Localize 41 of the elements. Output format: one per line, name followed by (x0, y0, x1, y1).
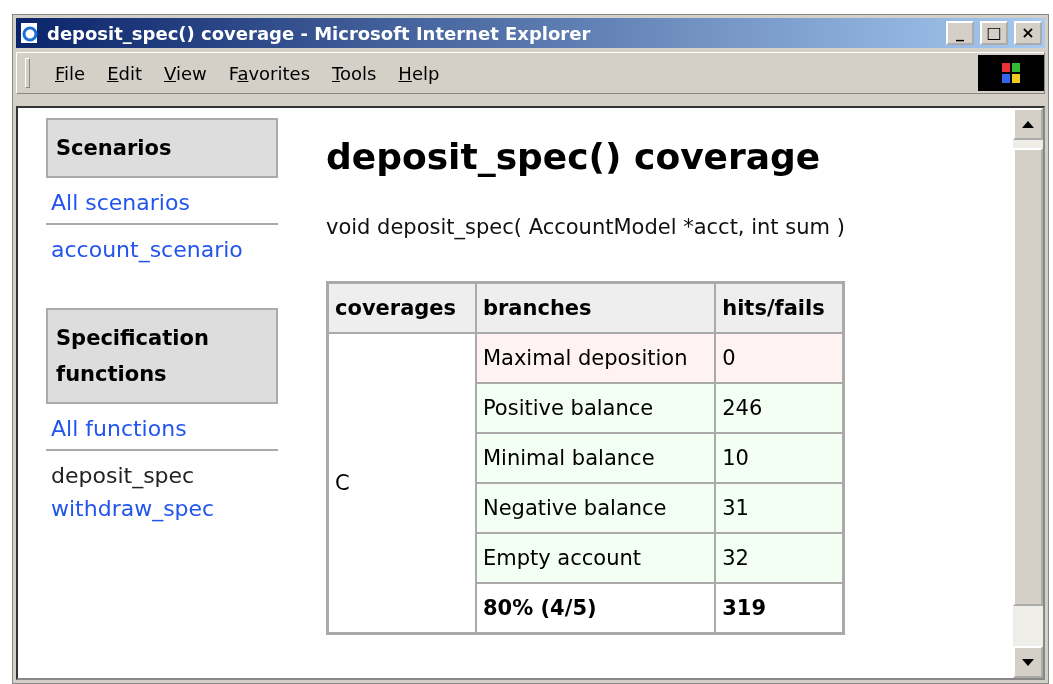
table-cell: C (328, 333, 476, 633)
window-title: deposit_spec() coverage - Microsoft Internet Explorer (47, 22, 592, 44)
table-cell: 10 (715, 433, 843, 483)
menu-item[interactable]: Help (387, 62, 451, 84)
table-cell: 80% (4/5) (475, 583, 716, 633)
sidebar-link[interactable]: All scenarios (46, 184, 195, 217)
up-arrow-icon (1022, 120, 1034, 128)
page-title: deposit_spec() coverage (326, 136, 822, 177)
scroll-up-button[interactable] (1013, 108, 1043, 140)
sidebar-link[interactable]: All functions (46, 410, 192, 443)
windows-logo-icon (978, 55, 1044, 91)
sidebar-link[interactable]: account_scenario (46, 231, 248, 264)
window-control-button[interactable]: _ (946, 21, 974, 45)
table-cell: 32 (715, 533, 843, 583)
window-control-button[interactable]: × (1014, 21, 1042, 45)
sidebar-heading: Scenarios (46, 118, 278, 178)
table-cell: Empty account (475, 533, 716, 583)
table-cell: 319 (715, 583, 843, 633)
menu-item[interactable]: Edit (96, 62, 153, 84)
menu-item[interactable]: File (44, 62, 97, 84)
table-cell: Minimal balance (475, 433, 716, 483)
table-cell: Negative balance (475, 483, 716, 533)
table-cell: Maximal deposition (475, 333, 716, 383)
column-header: coverages (328, 283, 476, 333)
menu-item[interactable]: Favorites (217, 62, 321, 84)
function-signature: void deposit_spec( AccountModel *acct, int sum ) (326, 215, 845, 239)
sidebar-link[interactable]: withdraw_spec (46, 490, 220, 523)
menu-item[interactable]: View (153, 62, 218, 84)
down-arrow-icon (1022, 658, 1034, 666)
scrollbar-thumb[interactable] (1013, 148, 1043, 606)
table-cell: 0 (715, 333, 843, 383)
table-cell: Positive balance (475, 383, 716, 433)
menu-item[interactable]: Tools (321, 62, 388, 84)
sidebar-heading: Specification functions (46, 308, 278, 404)
column-header: branches (475, 283, 716, 333)
table-cell: 31 (715, 483, 843, 533)
column-header: hits/fails (715, 283, 843, 333)
sidebar-link[interactable]: deposit_spec (46, 457, 200, 490)
window-control-button[interactable]: □ (980, 21, 1008, 45)
table-cell: 246 (715, 383, 843, 433)
scroll-down-button[interactable] (1013, 646, 1043, 678)
